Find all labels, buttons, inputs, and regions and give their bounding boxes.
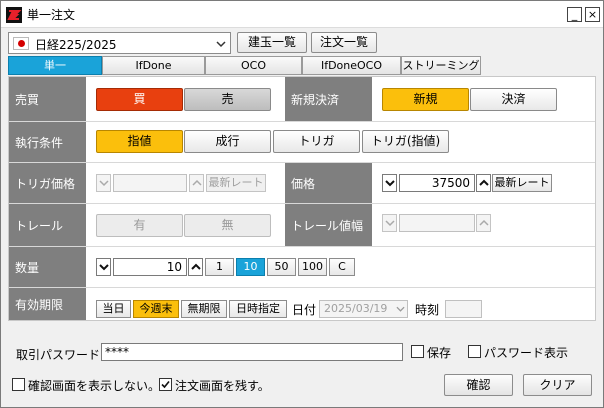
trigger-price-label: トリガ価格 xyxy=(9,163,86,203)
trail-label: トレール xyxy=(9,204,86,246)
exec-limit-button[interactable]: 指値 xyxy=(96,130,183,153)
keep-window-label: 注文画面を残す。 xyxy=(175,379,270,393)
qty-preset-1[interactable]: 1 xyxy=(205,258,234,276)
trail-off-button[interactable]: 無 xyxy=(184,214,271,237)
chevron-down-icon xyxy=(385,220,395,227)
qty-down-button[interactable] xyxy=(96,258,111,276)
tab-oco[interactable]: OCO xyxy=(205,56,302,75)
order-window: 単一注文 _ × 日経225/2025 建玉一覧 注文一覧 単一 IfDone … xyxy=(0,0,604,408)
trigger-down-button[interactable] xyxy=(96,174,111,192)
expiry-label: 有効期限 xyxy=(9,288,86,320)
exec-market-button[interactable]: 成行 xyxy=(184,130,271,153)
password-label: 取引パスワード xyxy=(16,348,101,362)
new-button[interactable]: 新規 xyxy=(382,88,469,111)
expiry-today-button[interactable]: 当日 xyxy=(96,300,131,318)
window-title: 単一注文 xyxy=(27,8,76,22)
close-position-button[interactable]: 決済 xyxy=(470,88,557,111)
exec-trigger-button[interactable]: トリガ xyxy=(273,130,360,153)
keep-window-checkbox[interactable] xyxy=(159,378,172,391)
trail-on-button[interactable]: 有 xyxy=(96,214,183,237)
chevron-down-icon xyxy=(99,180,109,187)
row-divider xyxy=(9,246,595,247)
save-password-checkbox[interactable] xyxy=(411,345,424,358)
trigger-latest-rate-button[interactable]: 最新レート xyxy=(206,174,266,192)
expiry-indefinite-button[interactable]: 無期限 xyxy=(181,300,227,318)
buy-button[interactable]: 買 xyxy=(96,88,183,111)
qty-preset-50[interactable]: 50 xyxy=(267,258,296,276)
checkmark-icon xyxy=(161,380,170,389)
chevron-down-icon xyxy=(99,264,109,271)
tab-ifdoneoco[interactable]: IfDoneOCO xyxy=(302,56,401,75)
expiry-datetime-button[interactable]: 日時指定 xyxy=(229,300,287,318)
close-button[interactable]: × xyxy=(585,7,600,22)
sell-button[interactable]: 売 xyxy=(184,88,271,111)
qty-clear-button[interactable]: C xyxy=(329,258,355,276)
clear-button[interactable]: クリア xyxy=(523,374,592,396)
time-label: 時刻 xyxy=(415,303,440,317)
tab-ifdone[interactable]: IfDone xyxy=(102,56,205,75)
qty-preset-100[interactable]: 100 xyxy=(298,258,327,276)
trail-width-down-button[interactable] xyxy=(382,214,397,232)
symbol-select[interactable]: 日経225/2025 xyxy=(8,32,231,54)
show-password-label: パスワード表示 xyxy=(484,346,569,360)
qty-preset-10[interactable]: 10 xyxy=(236,258,265,276)
orders-list-button[interactable]: 注文一覧 xyxy=(311,32,377,53)
japan-flag-icon xyxy=(13,37,29,50)
trail-width-input[interactable] xyxy=(399,214,475,232)
tab-streaming[interactable]: ストリーミング xyxy=(401,56,481,75)
time-input[interactable] xyxy=(445,300,482,318)
no-confirm-checkbox[interactable] xyxy=(12,378,25,391)
trail-width-up-button[interactable] xyxy=(476,214,491,232)
date-value: 2025/03/19 xyxy=(324,302,388,315)
price-up-button[interactable] xyxy=(476,174,491,192)
quantity-input[interactable]: 10 xyxy=(113,258,187,276)
positions-list-button[interactable]: 建玉一覧 xyxy=(237,32,307,53)
symbol-value: 日経225/2025 xyxy=(35,38,117,52)
price-label: 価格 xyxy=(285,163,372,203)
chevron-down-icon xyxy=(396,306,405,312)
price-input[interactable]: 37500 xyxy=(399,174,475,192)
password-input[interactable]: **** xyxy=(101,343,403,361)
row-divider xyxy=(9,121,595,122)
chevron-down-icon xyxy=(216,41,226,48)
chevron-up-icon xyxy=(192,179,202,186)
exec-condition-label: 執行条件 xyxy=(9,122,86,162)
date-picker[interactable]: 2025/03/19 xyxy=(319,300,408,318)
trigger-price-input[interactable] xyxy=(113,174,187,192)
chevron-down-icon xyxy=(385,180,395,187)
qty-up-button[interactable] xyxy=(188,258,203,276)
app-logo-icon xyxy=(6,7,22,23)
title-bar: 単一注文 _ × xyxy=(1,1,603,28)
show-password-checkbox[interactable] xyxy=(468,345,481,358)
trail-width-label: トレール値幅 xyxy=(285,204,372,246)
tab-single[interactable]: 単一 xyxy=(8,56,102,75)
save-password-label: 保存 xyxy=(427,346,452,360)
minimize-button[interactable]: _ xyxy=(567,7,582,22)
trigger-up-button[interactable] xyxy=(189,174,204,192)
no-confirm-label: 確認画面を表示しない。 xyxy=(28,379,161,393)
expiry-week-end-button[interactable]: 今週末 xyxy=(133,300,179,318)
row-divider xyxy=(9,287,595,288)
chevron-up-icon xyxy=(191,263,201,270)
quantity-label: 数量 xyxy=(9,247,86,287)
date-label: 日付 xyxy=(292,303,317,317)
exec-trigger-limit-button[interactable]: トリガ(指値) xyxy=(362,130,449,153)
new-close-label: 新規決済 xyxy=(285,77,372,121)
chevron-up-icon xyxy=(479,179,489,186)
chevron-up-icon xyxy=(479,219,489,226)
price-latest-rate-button[interactable]: 最新レート xyxy=(492,174,552,192)
price-down-button[interactable] xyxy=(382,174,397,192)
confirm-button[interactable]: 確認 xyxy=(444,374,513,396)
side-label: 売買 xyxy=(9,77,86,121)
